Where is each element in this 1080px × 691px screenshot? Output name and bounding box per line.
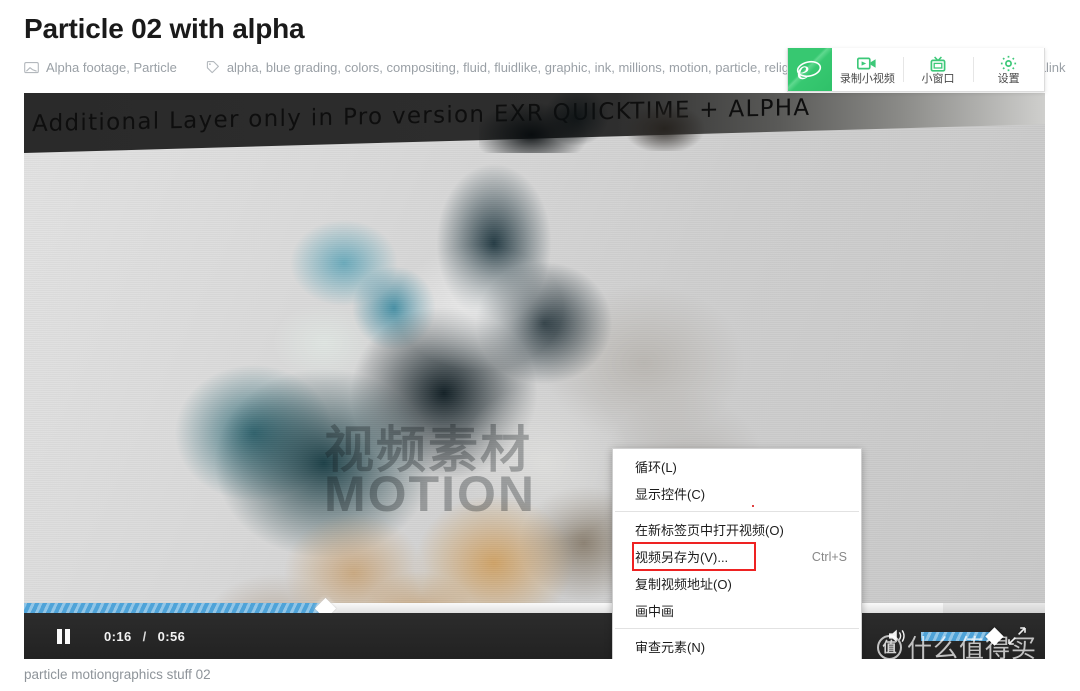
context-menu-item-open-in-new-tab-label: 在新标签页中打开视频(O) [635, 523, 784, 538]
context-menu-item-show-controls-label: 显示控件(C) [635, 487, 706, 502]
context-menu-row-save-video-as: 视频另存为(V)... Ctrl+S [613, 542, 861, 571]
cursor-dot-marker [752, 505, 754, 507]
mini-window-tv-icon [928, 55, 948, 72]
video-frame-image [24, 93, 1045, 659]
context-menu-item-save-video-as[interactable]: 视频另存为(V)... [632, 542, 756, 571]
toolbar-item-mini-window-label: 小窗口 [921, 72, 955, 85]
folder-icon [24, 60, 39, 75]
ie-e-logo-icon: e [788, 48, 832, 91]
tag-icon [205, 60, 220, 75]
context-menu-item-picture-in-picture-label: 画中画 [635, 604, 675, 619]
video-banner-text: Additional Layer only in Pro version EXR… [32, 94, 811, 138]
context-menu-item-loop-label: 循环(L) [635, 460, 677, 475]
context-menu-item-inspect-element-label: 审查元素(N) [635, 640, 706, 655]
context-menu-item-copy-video-url-label: 复制视频地址(O) [635, 577, 732, 592]
context-menu-separator [615, 628, 859, 629]
video-player[interactable]: Additional Layer only in Pro version EXR… [24, 93, 1045, 659]
video-control-bar: 0:16 / 0:56 [24, 613, 1045, 659]
fullscreen-expand-icon[interactable] [1005, 624, 1029, 648]
context-menu-separator [615, 511, 859, 512]
video-record-icon [857, 56, 877, 72]
video-progress-played [24, 603, 326, 613]
toolbar-item-record-video-label: 录制小视频 [839, 72, 895, 85]
video-progress-bar[interactable] [24, 597, 1045, 619]
time-display: 0:16 / 0:56 [104, 629, 185, 644]
context-menu-item-save-video-as-accel: Ctrl+S [811, 549, 847, 564]
context-menu-item-copy-video-url[interactable]: 复制视频地址(O) [613, 570, 861, 597]
video-caption: particle motiongraphics stuff 02 [24, 667, 211, 682]
volume-slider[interactable] [921, 626, 1004, 646]
duration: 0:56 [157, 628, 186, 644]
context-menu-item-inspect-element[interactable]: 审查元素(N) [613, 633, 861, 659]
pause-icon[interactable] [48, 621, 78, 651]
pause-bar-left [56, 628, 62, 644]
pause-bar-right [64, 628, 70, 644]
context-menu-item-loop[interactable]: 循环(L) [613, 453, 861, 480]
current-time: 0:16 [104, 628, 132, 644]
toolbar-item-record-video[interactable]: 录制小视频 [832, 48, 903, 91]
toolbar-item-mini-window[interactable]: 小窗口 [902, 48, 974, 91]
time-separator: / [142, 628, 147, 644]
speaker-icon[interactable] [885, 623, 911, 649]
toolbar-item-settings-label: 设置 [997, 72, 1020, 85]
context-menu-item-save-video-as-label: 视频另存为(V)... [635, 550, 729, 565]
post-categories[interactable]: Alpha footage, Particle [24, 60, 177, 75]
svg-text:e: e [797, 55, 809, 85]
page-title: Particle 02 with alpha [24, 13, 305, 44]
post-tags-text: alpha, blue grading, colors, compositing… [226, 60, 821, 75]
context-menu-item-show-controls[interactable]: 显示控件(C) [613, 480, 861, 507]
toolbar-item-settings[interactable]: 设置 [973, 48, 1044, 91]
context-menu-item-open-in-new-tab[interactable]: 在新标签页中打开视频(O) [613, 516, 861, 543]
post-categories-text: Alpha footage, Particle [46, 60, 177, 75]
browser-video-toolbar: e 录制小视频 小窗口 设置 [787, 48, 1045, 92]
video-context-menu[interactable]: 循环(L) 显示控件(C) 在新标签页中打开视频(O) 视频另存为(V)... … [612, 448, 862, 659]
context-menu-item-picture-in-picture[interactable]: 画中画 [613, 597, 861, 624]
volume-slider-handle[interactable] [985, 626, 1004, 646]
gear-icon [1000, 55, 1017, 72]
